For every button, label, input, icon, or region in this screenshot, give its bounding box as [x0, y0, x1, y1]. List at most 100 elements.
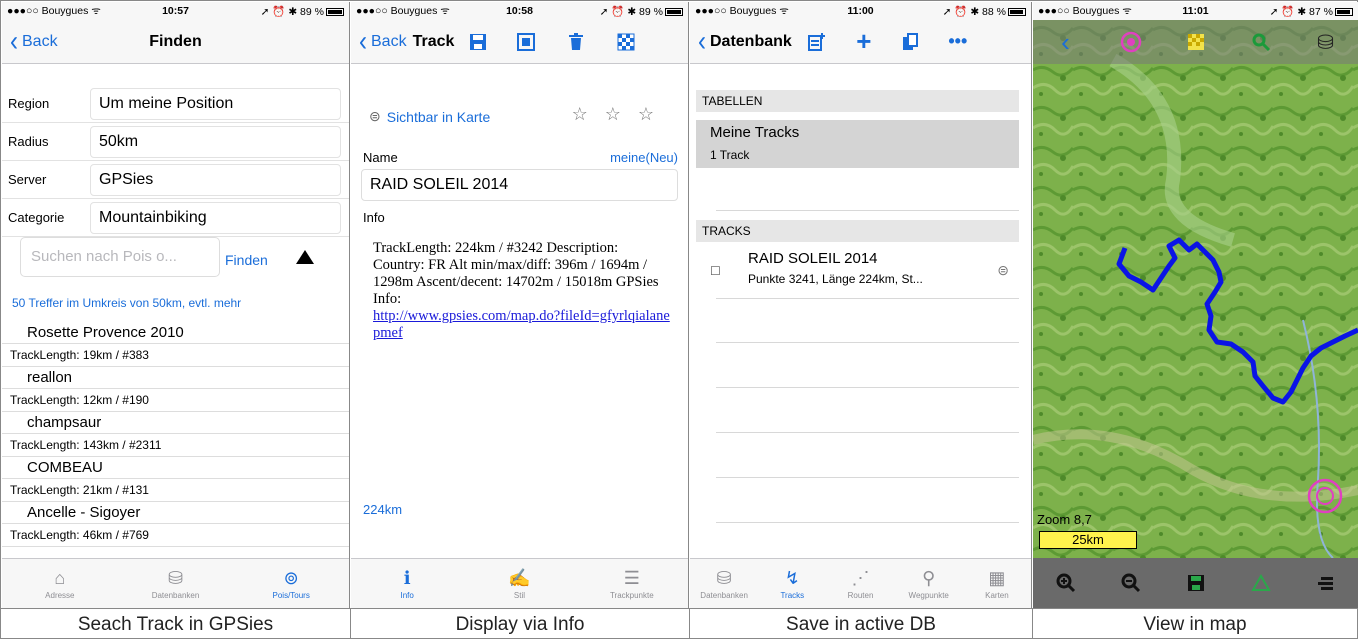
- zoom-out-icon[interactable]: [1117, 569, 1145, 597]
- section-header-tables: TABELLEN: [696, 90, 1019, 112]
- carrier-label: ●●●○○ Bouygues ᯤ: [7, 5, 101, 17]
- tab-tracks[interactable]: ↯ Tracks: [758, 559, 826, 608]
- server-label: Server: [8, 172, 47, 187]
- more-icon[interactable]: •••: [944, 28, 972, 56]
- checkered-flag-icon[interactable]: [612, 28, 640, 56]
- tab-trackpoints[interactable]: ☰ Trackpunkte: [576, 559, 688, 608]
- region-field[interactable]: Um meine Position: [90, 87, 341, 120]
- list-icon: ☰: [623, 568, 640, 588]
- database-icon: ⛁: [167, 568, 184, 588]
- plus-icon[interactable]: +: [850, 26, 878, 56]
- tab-address[interactable]: ⌂ Adresse: [2, 559, 118, 608]
- chevron-left-icon[interactable]: ‹: [1052, 27, 1080, 57]
- name-field[interactable]: RAID SOLEIL 2014: [361, 169, 678, 201]
- track-name: RAID SOLEIL 2014: [748, 250, 878, 267]
- tab-waypoints[interactable]: ⚲ Wegpunkte: [895, 559, 963, 608]
- visible-label: Sichtbar in Karte: [386, 108, 491, 125]
- tab-maps[interactable]: ▦ Karten: [963, 559, 1031, 608]
- nav-bar: ‹ Back Track: [351, 20, 688, 64]
- rating-stars[interactable]: ☆ ☆ ☆: [572, 104, 660, 125]
- radius-field[interactable]: 50km: [90, 125, 341, 158]
- menu-icon[interactable]: [1312, 569, 1340, 597]
- find-button[interactable]: Finden: [225, 252, 268, 268]
- info-textview[interactable]: TrackLength: 224km / #3242 Description: …: [373, 240, 672, 342]
- battery-percent: ➚ ⏰ ✱ 88 %: [942, 5, 1006, 18]
- search-icon[interactable]: [1247, 28, 1275, 56]
- save-icon[interactable]: [1182, 569, 1210, 597]
- map-nav-bar: ‹ ⛁: [1033, 20, 1358, 64]
- copy-icon[interactable]: [896, 28, 924, 56]
- result-info: TrackLength: 143km / #2311: [2, 434, 349, 457]
- tab-routes[interactable]: ⋰ Routen: [826, 559, 894, 608]
- nav-bar: ‹ Datenbank + •••: [690, 20, 1031, 64]
- back-button[interactable]: ‹ Back: [351, 26, 407, 55]
- collapse-triangle-icon[interactable]: [296, 250, 314, 264]
- triangle-icon[interactable]: [1247, 569, 1275, 597]
- tab-label: Tracks: [780, 591, 805, 600]
- battery-percent: ➚ ⏰ ✱ 89 %: [599, 5, 663, 18]
- result-item[interactable]: COMBEAU TrackLength: 21km / #131: [2, 457, 349, 502]
- page-title: Datenbank: [710, 32, 792, 50]
- carrier-label: ●●●○○ Bouygues ᯤ: [695, 5, 789, 17]
- battery-icon: [325, 7, 344, 16]
- status-icons: ➚ ⏰ ✱ 87 %: [1248, 5, 1353, 18]
- table-row-my-tracks[interactable]: Meine Tracks 1 Track: [696, 120, 1019, 168]
- table-count: 1 Track: [710, 148, 750, 162]
- category-row: Categorie Mountainbiking: [2, 199, 349, 237]
- battery-icon: [665, 7, 683, 16]
- result-item[interactable]: Rosette Provence 2010 TrackLength: 19km …: [2, 322, 349, 367]
- tab-label: Datenbanken: [151, 591, 200, 600]
- database-icon: ⛁: [716, 568, 732, 588]
- name-link[interactable]: meine(Neu): [610, 150, 678, 165]
- result-name: Ancelle - Sigoyer: [2, 502, 349, 524]
- radius-label: Radius: [8, 134, 49, 149]
- clock: 10:58: [506, 5, 533, 17]
- layers-icon[interactable]: [1182, 28, 1210, 56]
- brush-icon: ✍: [508, 568, 531, 588]
- tab-info[interactable]: ℹ Info: [351, 559, 463, 608]
- tab-style[interactable]: ✍ Stil: [463, 559, 575, 608]
- result-item[interactable]: Ancelle - Sigoyer TrackLength: 46km / #7…: [2, 502, 349, 547]
- map-view[interactable]: [1033, 20, 1358, 558]
- server-field[interactable]: GPSies: [90, 163, 341, 196]
- result-name: reallon: [2, 367, 349, 389]
- status-bar: ●●●○○ Bouygues ᯤ 10:57 ➚ ⏰ ✱ 89 %: [2, 2, 349, 20]
- tab-label: Trackpunkte: [609, 591, 654, 600]
- map-canvas[interactable]: [1033, 20, 1358, 558]
- waypoint-icon: ⚲: [922, 568, 936, 588]
- database-icon[interactable]: ⛁: [1312, 28, 1340, 56]
- chevron-left-icon: ‹: [10, 24, 18, 58]
- back-button[interactable]: ‹ Back: [2, 24, 58, 58]
- result-name: COMBEAU: [2, 457, 349, 479]
- tab-pois-tours[interactable]: ⊚ Pois/Tours: [233, 559, 349, 608]
- caption-info: Display via Info: [351, 609, 690, 639]
- category-field[interactable]: Mountainbiking: [90, 201, 341, 234]
- gpsies-link[interactable]: http://www.gpsies.com/map.do?fileId=gfyr…: [373, 308, 672, 342]
- tab-bar: ⌂ Adresse ⛁ Datenbanken ⊚ Pois/Tours: [2, 558, 349, 608]
- new-table-icon[interactable]: [802, 28, 830, 56]
- info-screen: ●●●○○ Bouygues ᯤ 10:58 ➚ ⏰ ✱ 89 % ‹ Back …: [351, 2, 689, 608]
- result-item[interactable]: champsaur TrackLength: 143km / #2311: [2, 412, 349, 457]
- location-target-icon[interactable]: [1117, 28, 1145, 56]
- result-info: TrackLength: 21km / #131: [2, 479, 349, 502]
- visible-in-map-toggle[interactable]: ⊜ Sichtbar in Karte: [369, 108, 490, 125]
- poi-icon: ⊚: [283, 568, 299, 588]
- tab-databases[interactable]: ⛁ Datenbanken: [118, 559, 234, 608]
- tab-databases[interactable]: ⛁ Datenbanken: [690, 559, 758, 608]
- carrier-label: ●●●○○ Bouygues ᯤ: [356, 5, 450, 17]
- result-item[interactable]: reallon TrackLength: 12km / #190: [2, 367, 349, 412]
- result-name: Rosette Provence 2010: [2, 322, 349, 344]
- zoom-in-icon[interactable]: [1052, 569, 1080, 597]
- track-icon: ↯: [784, 568, 800, 588]
- back-button[interactable]: ‹: [690, 26, 710, 55]
- search-input[interactable]: Suchen nach Pois o...: [20, 237, 220, 277]
- battery-percent: ➚ ⏰ ✱ 87 %: [1269, 5, 1333, 18]
- track-row[interactable]: ☐ RAID SOLEIL 2014 Punkte 3241, Länge 22…: [696, 244, 1019, 296]
- save-icon[interactable]: [464, 28, 492, 56]
- trash-icon[interactable]: [562, 28, 590, 56]
- divider: [716, 298, 1019, 299]
- eye-icon[interactable]: ⊜: [997, 262, 1009, 279]
- server-row: Server GPSies: [2, 161, 349, 199]
- checkbox-icon[interactable]: ☐: [710, 264, 721, 278]
- map-zoom-icon[interactable]: [512, 28, 540, 56]
